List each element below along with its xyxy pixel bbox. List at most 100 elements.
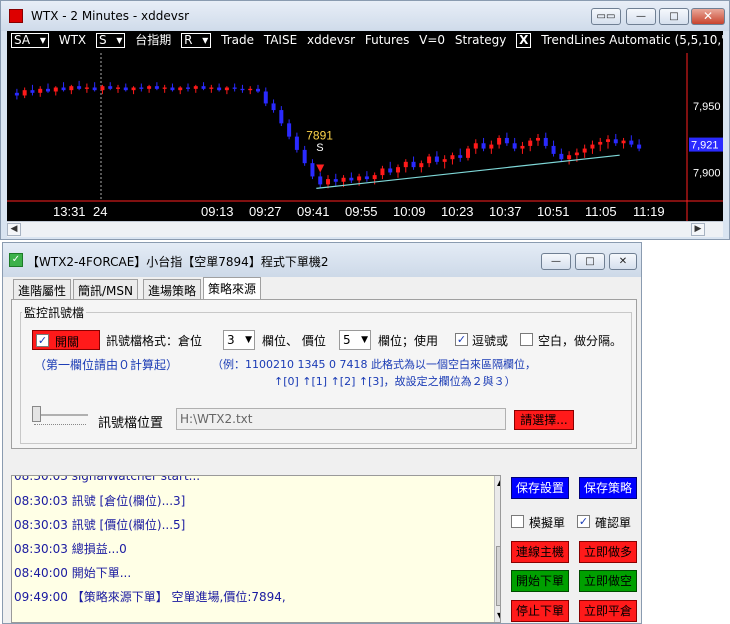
- close-button[interactable]: ✕: [691, 8, 725, 25]
- strategy-maximize-button[interactable]: □: [575, 253, 605, 270]
- tab-strategy-source[interactable]: 策略來源: [203, 277, 262, 300]
- save-strategy-button[interactable]: 保存策略: [579, 477, 637, 499]
- time-tick-label: 09:55: [345, 204, 378, 219]
- candle-body: [217, 87, 222, 91]
- symbol-label: WTX: [58, 33, 87, 47]
- candle-body: [559, 153, 564, 160]
- switch-label: 開關: [55, 335, 80, 349]
- candle-body: [201, 86, 206, 89]
- candle-body: [543, 137, 548, 146]
- space-checkbox[interactable]: [520, 333, 533, 346]
- log-vertical-scrollbar[interactable]: ▲ ▼: [494, 476, 500, 622]
- price-tick-label: 7,900: [693, 167, 721, 179]
- candle-body: [536, 137, 540, 141]
- candle-body: [458, 155, 463, 158]
- time-tick-label: 09:13: [201, 204, 234, 219]
- restore-window-button[interactable]: ▭▭: [591, 8, 621, 25]
- candle-body: [256, 88, 260, 92]
- chart-horizontal-scrollbar[interactable]: ◀ ▶: [7, 221, 723, 237]
- chart-header: SA ▾ WTX S ▾ 台指期 R ▾ Trade TAISE xddevsr…: [7, 31, 723, 51]
- header-category: Futures: [364, 33, 410, 47]
- scroll-right-arrow-icon[interactable]: ▶: [691, 223, 705, 236]
- price-chart[interactable]: 7891 S 7,950 7,900 7,921 13:31 24 09:13 09:27 09:…: [7, 31, 723, 221]
- log-panel[interactable]: 08:30:03 signalWatcher start... 08:30:03…: [11, 475, 501, 623]
- candle-body: [224, 87, 229, 91]
- scroll-left-arrow-icon[interactable]: ◀: [7, 223, 21, 236]
- candle-body: [520, 145, 525, 149]
- strategy-source-panel: 監控訊號檔 ✓ 開關 訊號檔格式：倉位 3 ▼ 欄位、 價位 5 ▼ 欄位；使用…: [11, 299, 637, 449]
- save-settings-button[interactable]: 保存設置: [511, 477, 569, 499]
- candle-body: [139, 87, 144, 89]
- chart-window: WTX - 2 Minutes - xddevsr ▭▭ — □ ✕ 7891 S…: [0, 0, 730, 240]
- symbol-box-label: SA: [14, 33, 31, 47]
- start-order-button[interactable]: 開始下單: [511, 570, 569, 592]
- candle-body: [318, 176, 323, 185]
- position-column-select[interactable]: 3 ▼: [223, 330, 255, 350]
- price-tick-label: 7,950: [693, 101, 721, 113]
- simulate-checkbox[interactable]: [511, 515, 524, 528]
- candle-body: [14, 92, 19, 96]
- candle-body: [108, 86, 113, 89]
- candle-body: [123, 87, 128, 91]
- candle-body: [147, 86, 152, 89]
- remove-indicator-button[interactable]: X: [516, 33, 532, 48]
- browse-file-button[interactable]: 請選擇...: [514, 410, 574, 430]
- price-column-select[interactable]: 5 ▼: [339, 330, 371, 350]
- comma-checkbox[interactable]: ✓: [455, 333, 468, 346]
- simulate-label: 模擬單: [529, 516, 566, 530]
- log-line: 08:30:03 signalWatcher start...: [14, 475, 201, 483]
- log-line: 09:49:00 【策略來源下單】 空單進場,價位:7894,: [14, 590, 286, 604]
- s-dropdown[interactable]: S ▾: [95, 33, 126, 48]
- tab-sms-msn[interactable]: 簡訊/MSN: [73, 279, 138, 299]
- candle-body: [131, 87, 136, 91]
- symbol-dropdown[interactable]: SA ▾: [11, 33, 49, 48]
- tab-advanced[interactable]: 進階屬性: [13, 279, 72, 299]
- candle-body: [333, 179, 338, 182]
- header-account: xddevsr: [307, 33, 356, 47]
- switch-checkbox[interactable]: ✓: [36, 334, 49, 347]
- sell-now-button[interactable]: 立即做空: [579, 570, 637, 592]
- strategy-close-button[interactable]: ✕: [609, 253, 637, 270]
- time-tick-label: 10:51: [537, 204, 570, 219]
- scroll-up-arrow-icon[interactable]: ▲: [497, 478, 500, 487]
- candle-body: [481, 143, 486, 149]
- signal-type-label: S: [316, 142, 323, 154]
- stop-order-button[interactable]: 停止下單: [511, 600, 569, 622]
- transparency-slider[interactable]: [32, 404, 88, 426]
- candle-body: [637, 144, 642, 149]
- candle-body: [606, 139, 610, 142]
- scroll-thumb[interactable]: [496, 546, 500, 606]
- chart-app-icon: [9, 9, 23, 23]
- candle-body: [193, 86, 198, 89]
- time-tick-label: 10:37: [489, 204, 522, 219]
- time-tick-label: 10:09: [393, 204, 426, 219]
- scroll-down-arrow-icon[interactable]: ▼: [497, 611, 500, 620]
- candle-body: [357, 176, 362, 181]
- flat-now-button[interactable]: 立即平倉: [579, 600, 637, 622]
- candle-body: [178, 87, 183, 91]
- buy-now-button[interactable]: 立即做多: [579, 541, 637, 563]
- minimize-button[interactable]: —: [626, 8, 656, 25]
- candle-body: [621, 140, 626, 144]
- instrument-name: 台指期: [135, 33, 172, 47]
- switch-toggle[interactable]: ✓ 開關: [32, 330, 100, 350]
- maximize-button[interactable]: □: [659, 8, 689, 25]
- last-price-label: 7,921: [691, 140, 719, 152]
- chevron-down-icon: ▼: [361, 335, 368, 345]
- candle-body: [473, 143, 478, 149]
- price-column-value: 5: [343, 333, 351, 347]
- r-dropdown[interactable]: R ▾: [181, 33, 212, 48]
- connect-host-button[interactable]: 連線主機: [511, 541, 569, 563]
- time-tick-label: 09:41: [297, 204, 330, 219]
- confirm-checkbox[interactable]: ✓: [577, 515, 590, 528]
- candle-body: [551, 145, 556, 154]
- space-label: 空白，做分隔。: [538, 334, 623, 348]
- candle-body: [450, 155, 455, 160]
- tab-entry-strategy[interactable]: 進場策略: [143, 279, 202, 299]
- file-path-field[interactable]: H:\WTX2.txt: [176, 408, 506, 430]
- candle-body: [574, 152, 579, 156]
- candle-body: [411, 161, 416, 168]
- sell-arrow-icon: [316, 164, 325, 173]
- candle-body: [162, 87, 167, 89]
- strategy-minimize-button[interactable]: —: [541, 253, 571, 270]
